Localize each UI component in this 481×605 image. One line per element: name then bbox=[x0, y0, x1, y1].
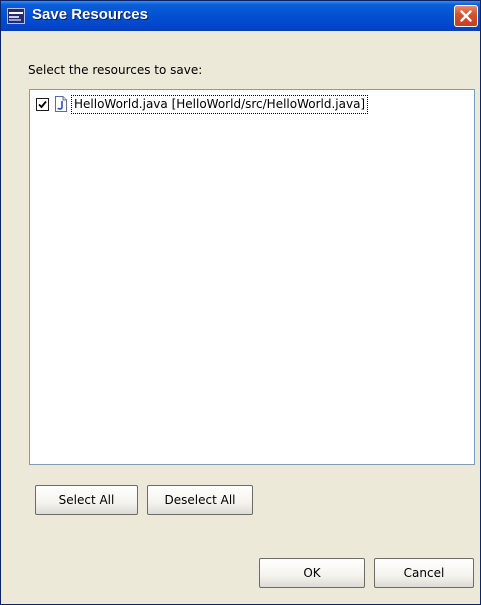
close-button[interactable] bbox=[454, 5, 478, 27]
deselect-all-button[interactable]: Deselect All bbox=[147, 485, 253, 515]
resource-checkbox[interactable] bbox=[36, 98, 49, 111]
list-item[interactable]: HelloWorld.java [HelloWorld/src/HelloWor… bbox=[36, 95, 466, 115]
checkmark-icon bbox=[38, 100, 47, 109]
ok-button[interactable]: OK bbox=[259, 558, 365, 588]
resources-prompt: Select the resources to save: bbox=[28, 63, 203, 77]
eclipse-app-icon bbox=[7, 8, 25, 24]
title-bar[interactable]: Save Resources bbox=[1, 1, 480, 31]
resource-label[interactable]: HelloWorld.java [HelloWorld/src/HelloWor… bbox=[71, 95, 369, 114]
select-all-button[interactable]: Select All bbox=[35, 485, 138, 515]
cancel-button[interactable]: Cancel bbox=[374, 558, 474, 588]
close-icon bbox=[460, 10, 472, 22]
resources-list[interactable]: HelloWorld.java [HelloWorld/src/HelloWor… bbox=[29, 89, 475, 465]
dialog-title: Save Resources bbox=[32, 6, 148, 23]
java-file-icon bbox=[54, 96, 68, 112]
save-resources-dialog: Save Resources Select the resources to s… bbox=[0, 0, 481, 605]
